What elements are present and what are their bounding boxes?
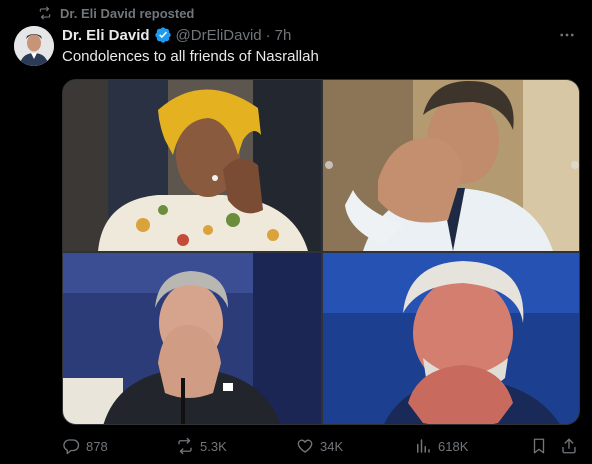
post-time[interactable]: 7h <box>275 27 292 44</box>
like-count: 34K <box>320 438 344 454</box>
repost-button[interactable]: 5.3K <box>176 436 227 456</box>
tweet-header: Dr. Eli David @DrEliDavid · 7h <box>62 25 291 45</box>
media-photo-1[interactable] <box>63 80 321 251</box>
views-icon <box>417 439 430 453</box>
bookmark-icon <box>533 438 545 454</box>
media-photo-2[interactable] <box>323 80 579 251</box>
reply-count: 878 <box>86 438 108 454</box>
media-grid <box>62 79 580 425</box>
repost-icon <box>39 6 51 20</box>
repost-indicator[interactable]: Dr. Eli David reposted <box>38 4 194 22</box>
views-count: 618K <box>438 438 469 454</box>
more-options-icon[interactable] <box>558 26 576 44</box>
like-button[interactable]: 34K <box>296 436 343 456</box>
verified-badge-icon[interactable] <box>154 26 172 44</box>
repost-icon <box>178 437 192 455</box>
action-bar: 878 5.3K 34K 618K <box>62 436 580 456</box>
tweet-text: Condolences to all friends of Nasrallah <box>62 48 319 65</box>
share-button[interactable] <box>560 436 578 456</box>
reply-button[interactable]: 878 <box>62 436 108 456</box>
author-name[interactable]: Dr. Eli David <box>62 27 150 44</box>
avatar[interactable] <box>14 26 54 66</box>
repost-count: 5.3K <box>200 438 227 454</box>
media-photo-4[interactable] <box>323 253 579 424</box>
time-separator: · <box>265 26 271 44</box>
media-photo-3[interactable] <box>63 253 321 424</box>
bookmark-button[interactable] <box>530 436 548 456</box>
author-handle[interactable]: @DrEliDavid <box>176 27 262 44</box>
reply-icon <box>63 439 80 455</box>
share-icon <box>562 438 576 454</box>
views-button[interactable]: 618K <box>414 436 468 456</box>
heart-icon <box>297 439 313 453</box>
repost-label: Dr. Eli David reposted <box>60 5 195 21</box>
